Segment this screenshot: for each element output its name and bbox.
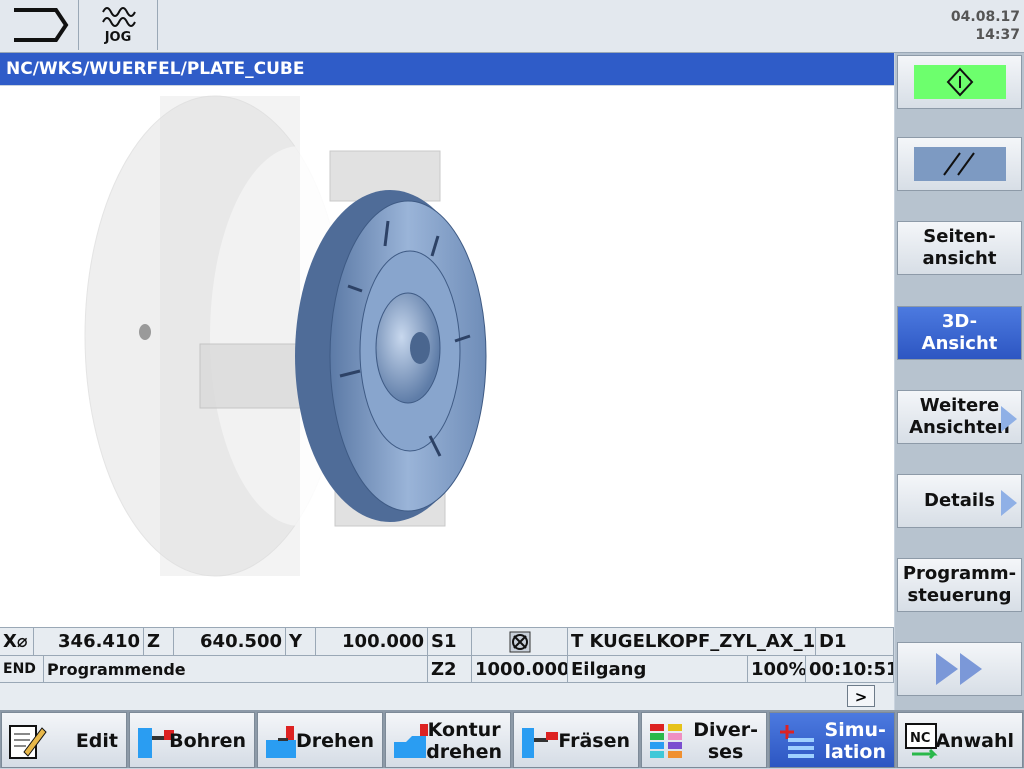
select-softkey[interactable]: NC Anwahl xyxy=(897,712,1023,768)
override: 100% xyxy=(748,656,806,683)
submenu-arrow-icon xyxy=(1001,406,1017,432)
simulation-softkey[interactable]: Simu- lation xyxy=(769,712,895,768)
back-arrow-icon xyxy=(14,8,69,42)
submenu-arrow-icon xyxy=(1001,490,1017,516)
mode-indicator: JOG xyxy=(79,0,158,50)
fast-forward-icon xyxy=(935,653,982,685)
more-views-button[interactable]: Weitere Ansichten xyxy=(897,390,1022,444)
z-axis-value: 640.500 xyxy=(174,628,286,655)
milling-softkey[interactable]: Fräsen xyxy=(513,712,639,768)
program-control-label: Programm- steuerung xyxy=(902,563,1017,606)
milling-label: Fräsen xyxy=(558,730,630,752)
details-button[interactable]: Details xyxy=(897,474,1022,528)
drilling-label: Bohren xyxy=(169,730,246,752)
drilling-softkey[interactable]: Bohren xyxy=(129,712,255,768)
cycle-start-button[interactable] xyxy=(897,55,1022,109)
program-path: NC/WKS/WUERFEL/PLATE_CUBE xyxy=(0,53,894,85)
axis-status-row: X⌀ 346.410 Z 640.500 Y 100.000 S1 T KUGE… xyxy=(0,627,894,655)
select-label: Anwahl xyxy=(935,730,1014,752)
spindle-stop-icon xyxy=(509,631,530,653)
contour-turning-softkey[interactable]: Kontur drehen xyxy=(385,712,511,768)
simulation-icon xyxy=(780,725,814,758)
message-row xyxy=(0,682,894,713)
misc-grid-icon xyxy=(650,724,682,758)
program-state: Programmende xyxy=(44,656,428,683)
end-label: END xyxy=(0,656,44,683)
jog-wave-icon xyxy=(102,7,136,27)
3d-view-button[interactable]: 3D- Ansicht xyxy=(897,306,1022,360)
turning-softkey[interactable]: Drehen xyxy=(257,712,383,768)
side-view-label: Seiten- ansicht xyxy=(922,226,997,269)
3d-view-label: 3D- Ansicht xyxy=(921,311,998,354)
program-control-button[interactable]: Programm- steuerung xyxy=(897,558,1022,612)
z-axis-label: Z xyxy=(144,628,174,655)
edit-softkey[interactable]: Edit xyxy=(1,712,127,768)
more-button[interactable]: > xyxy=(847,685,875,707)
misc-label: Diver- ses xyxy=(693,719,758,763)
simulation-label: Simu- lation xyxy=(824,719,886,763)
details-label: Details xyxy=(924,490,995,511)
cutting-edge: D1 xyxy=(816,628,894,655)
reset-icon xyxy=(913,147,1006,181)
3d-workpiece-view xyxy=(84,95,487,577)
spindle-label: S1 xyxy=(428,628,472,655)
z2-label: Z2 xyxy=(428,656,472,683)
svg-text:NC: NC xyxy=(910,731,930,746)
turning-label: Drehen xyxy=(296,730,374,752)
fast-forward-button[interactable] xyxy=(897,642,1022,696)
mode-label: JOG xyxy=(104,30,132,45)
cycle-start-icon xyxy=(913,65,1006,99)
date: 04.08.17 xyxy=(950,9,1020,25)
back-button[interactable] xyxy=(0,0,79,50)
edit-pencil-icon xyxy=(9,725,47,759)
z2-value: 1000.000 xyxy=(472,656,568,683)
edit-label: Edit xyxy=(75,730,118,752)
feed-mode: Eilgang xyxy=(568,656,748,683)
misc-softkey[interactable]: Diver- ses xyxy=(641,712,767,768)
x-axis-value: 346.410 xyxy=(34,628,144,655)
time: 14:37 xyxy=(975,27,1020,43)
runtime: 00:10:51 xyxy=(806,656,894,683)
y-axis-value: 100.000 xyxy=(316,628,428,655)
tool-name: T KUGELKOPF_ZYL_AX_1 xyxy=(568,628,816,655)
contour-turning-label: Kontur drehen xyxy=(426,719,502,763)
program-status-row: END Programmende Z2 1000.000 Eilgang 100… xyxy=(0,655,894,683)
date-time: 04.08.17 14:37 xyxy=(951,8,1020,44)
spindle-status xyxy=(472,628,568,655)
simulation-viewport[interactable] xyxy=(0,86,894,627)
milling-icon xyxy=(522,728,558,758)
reset-button[interactable] xyxy=(897,137,1022,191)
more-views-label: Weitere Ansichten xyxy=(909,395,1010,438)
side-view-button[interactable]: Seiten- ansicht xyxy=(897,221,1022,275)
y-axis-label: Y xyxy=(286,628,316,655)
x-axis-label: X⌀ xyxy=(0,628,34,655)
